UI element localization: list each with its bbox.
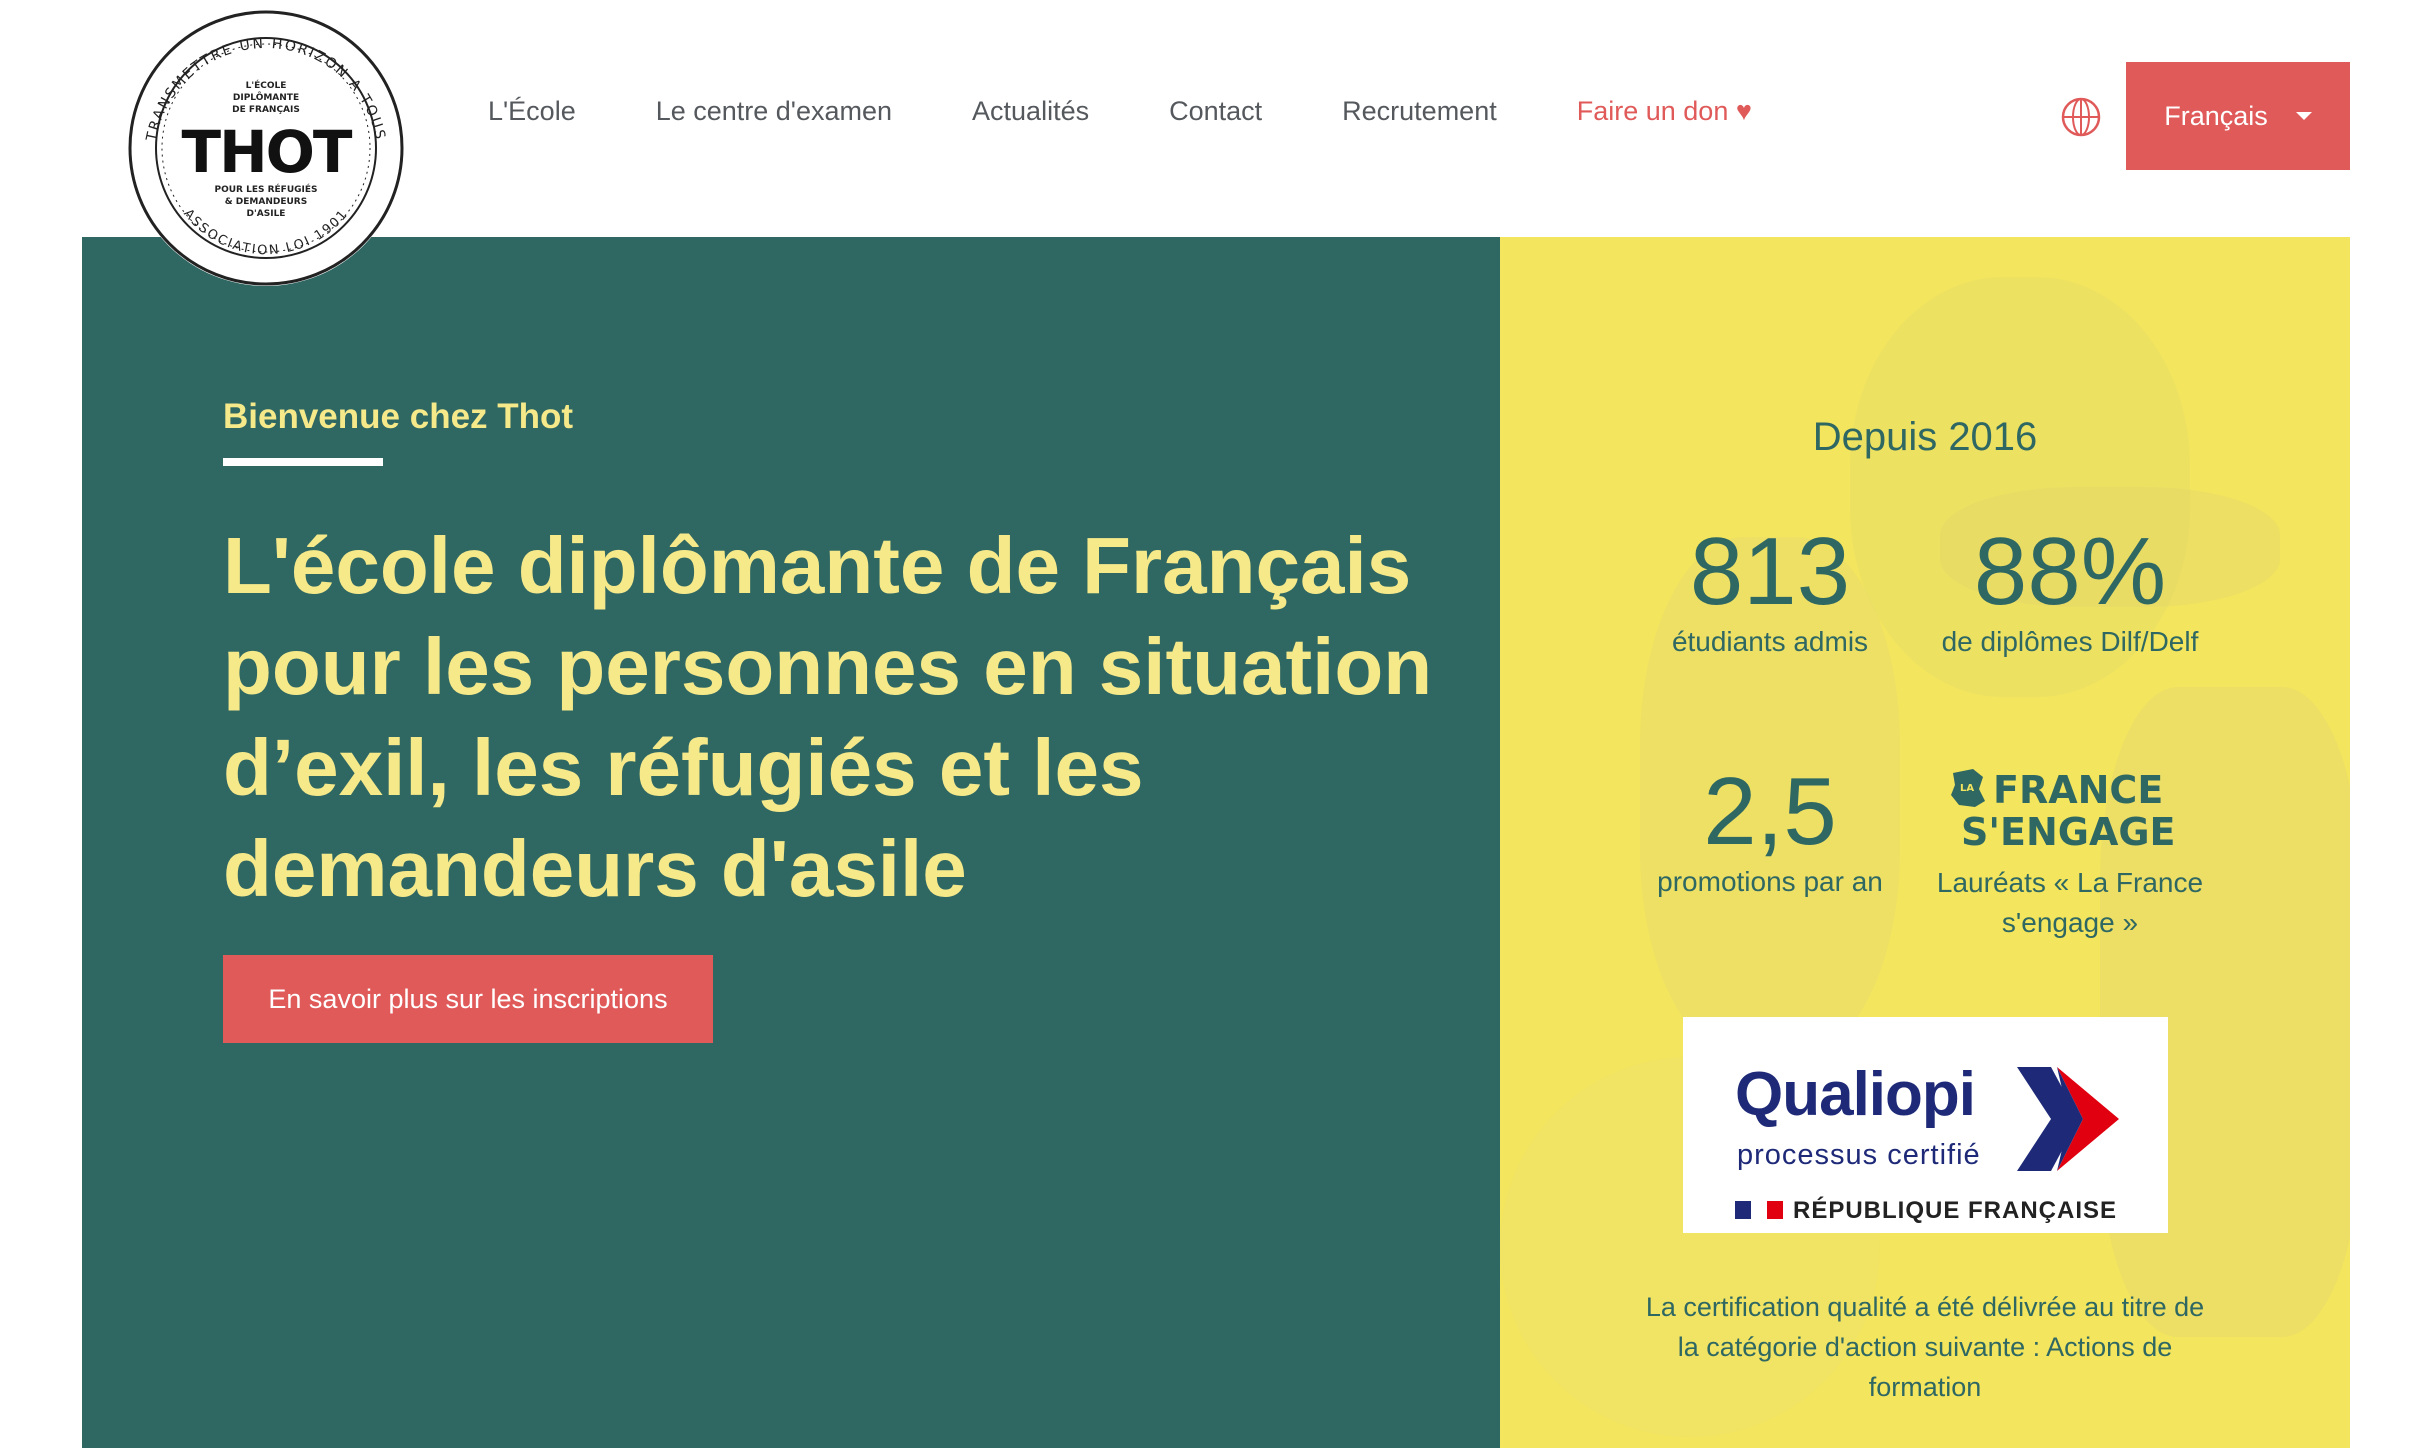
logo-tag-2: DIPLÔMANTE (233, 91, 299, 103)
logo-tag-6: D'ASILE (247, 209, 286, 219)
caret-down-icon (2295, 112, 2312, 120)
logo-tag-5: & DEMANDEURS (225, 197, 307, 207)
logo-tag-3: DE FRANÇAIS (232, 105, 300, 115)
nav-link-actualites[interactable]: Actualités (972, 96, 1089, 127)
registration-info-button[interactable]: En savoir plus sur les inscriptions (223, 955, 713, 1043)
nav-link-centre-examen[interactable]: Le centre d'examen (656, 96, 892, 127)
stat-diplomas: 88% de diplômes Dilf/Delf (1930, 522, 2210, 662)
stat-france-sengage: LA FRANCE S'ENGAGE Lauréats « La France … (1930, 767, 2210, 943)
qualiopi-subtitle: processus certifié (1737, 1139, 1981, 1171)
language-select-button[interactable]: Français (2126, 62, 2350, 170)
certification-text: La certification qualité a été délivrée … (1645, 1292, 2205, 1402)
language-label: Français (2164, 100, 2268, 131)
welcome-underline (223, 458, 383, 466)
welcome-eyebrow: Bienvenue chez Thot (223, 397, 574, 436)
qualiopi-badge: Qualiopi processus certifié RÉPUBLIQUE F… (1683, 1017, 2168, 1233)
logo-wordmark: THOT (182, 118, 353, 186)
nav-link-recrutement[interactable]: Recrutement (1342, 96, 1497, 127)
france-sengage-logo: LA FRANCE S'ENGAGE (1930, 767, 2210, 853)
qualiopi-arrows-icon (2017, 1067, 2119, 1171)
stat-label: Lauréats « La France s'engage » (1936, 867, 2204, 938)
republique-francaise-label: RÉPUBLIQUE FRANÇAISE (1793, 1197, 2118, 1224)
logo-seal: TRANSMETTRE UN HORIZON A TOUS ASSOCIATIO… (128, 10, 404, 286)
fse-logo-small: LA (1960, 783, 1974, 794)
page: TRANSMETTRE UN HORIZON A TOUS ASSOCIATIO… (0, 0, 2422, 1448)
nav-link-donate[interactable]: Faire un don ♥ (1577, 96, 1752, 127)
hero-right-panel: Depuis 2016 813 étudiants admis 88% de d… (1500, 237, 2350, 1448)
thot-logo[interactable]: TRANSMETTRE UN HORIZON A TOUS ASSOCIATIO… (128, 10, 404, 286)
french-flag-icon (1735, 1201, 1783, 1219)
main-nav: L'École Le centre d'examen Actualités Co… (488, 96, 1752, 127)
stat-students: 813 étudiants admis (1630, 522, 1910, 662)
logo-tag-1: L'ÉCOLE (246, 79, 287, 91)
nav-link-contact[interactable]: Contact (1169, 96, 1262, 127)
logo-tag-4: POUR LES RÉFUGIÉS (214, 183, 317, 195)
stat-value: 88% (1973, 518, 2167, 625)
hero-headline: L'école diplômante de Français pour les … (223, 521, 1433, 913)
stat-promotions: 2,5 promotions par an (1630, 762, 1910, 902)
qualiopi-wordmark: Qualiopi (1735, 1060, 1976, 1129)
stat-value: 2,5 (1703, 758, 1837, 865)
france-sengage-icon: LA FRANCE S'ENGAGE (1951, 768, 2176, 853)
stat-label: de diplômes Dilf/Delf (1941, 626, 2199, 657)
nav-link-ecole[interactable]: L'École (488, 96, 576, 127)
fse-logo-line2: S'ENGAGE (1961, 810, 2176, 853)
globe-icon[interactable] (2060, 96, 2102, 138)
fse-logo-line1: FRANCE (1993, 768, 2163, 812)
stat-label: promotions par an (1657, 866, 1883, 897)
stat-value: 813 (1689, 518, 1851, 625)
stat-label: étudiants admis (1671, 626, 1869, 657)
since-heading: Depuis 2016 (1812, 415, 2038, 459)
hero-left-panel: Bienvenue chez Thot L'école diplômante d… (82, 237, 1500, 1448)
